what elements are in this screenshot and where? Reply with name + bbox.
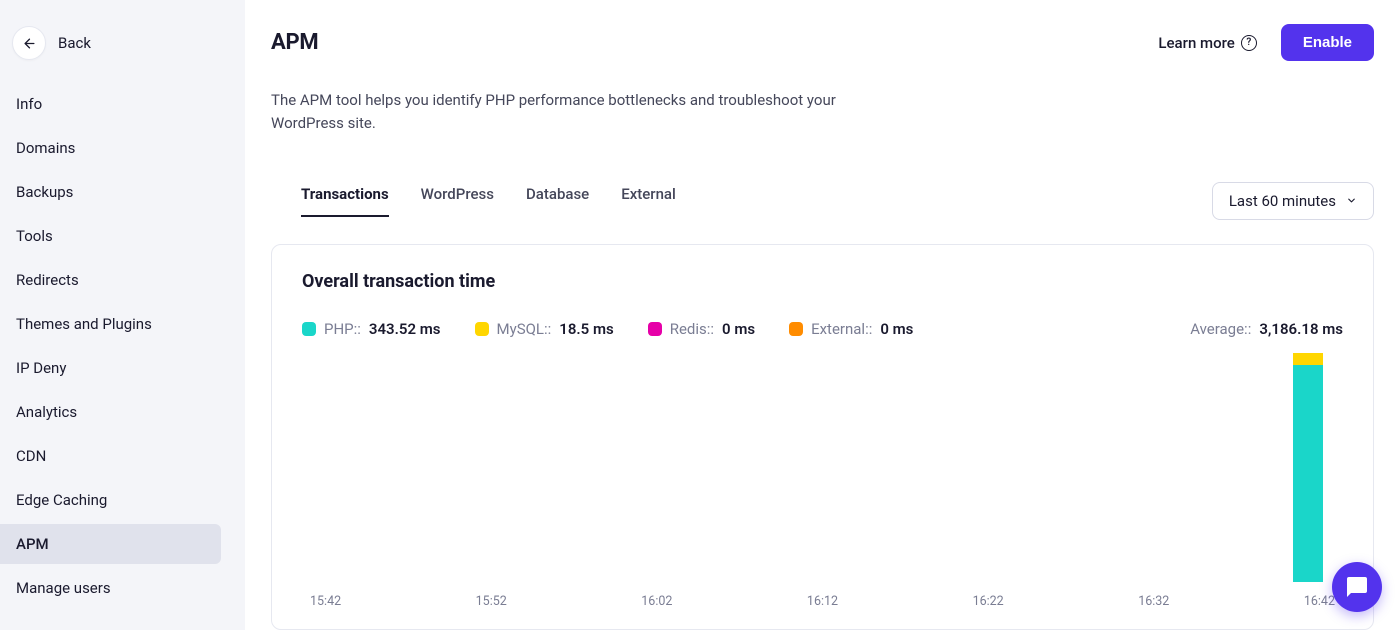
legend-item-external: External:: 0 ms	[789, 320, 913, 338]
sidebar-item-label: Tools	[16, 227, 53, 245]
back-label: Back	[58, 34, 91, 52]
sidebar-item-label: IP Deny	[16, 359, 66, 377]
legend-average: Average:: 3,186.18 ms	[1190, 320, 1343, 338]
sidebar-item-cdn[interactable]: CDN	[0, 436, 245, 476]
time-range-dropdown[interactable]: Last 60 minutes	[1212, 182, 1374, 220]
enable-button[interactable]: Enable	[1281, 24, 1374, 61]
sidebar-item-apm[interactable]: APM	[0, 524, 221, 564]
swatch-external	[789, 322, 803, 336]
back-button[interactable]	[12, 26, 46, 60]
legend-label: MySQL::	[497, 320, 552, 338]
sidebar-item-label: Themes and Plugins	[16, 315, 152, 333]
sidebar-item-analytics[interactable]: Analytics	[0, 392, 245, 432]
legend-label: Redis::	[670, 320, 714, 338]
sidebar-item-manage-users[interactable]: Manage users	[0, 568, 245, 608]
sidebar-item-label: Analytics	[16, 403, 77, 421]
legend-item-mysql: MySQL:: 18.5 ms	[475, 320, 614, 338]
swatch-php	[302, 322, 316, 336]
sidebar-item-info[interactable]: Info	[0, 84, 245, 124]
legend-item-php: PHP:: 343.52 ms	[302, 320, 441, 338]
sidebar-item-label: Info	[16, 95, 42, 113]
page-title: APM	[271, 30, 318, 55]
sidebar-item-label: Redirects	[16, 271, 79, 289]
time-range-label: Last 60 minutes	[1229, 192, 1336, 210]
x-tick: 16:32	[1138, 594, 1169, 609]
sidebar-item-domains[interactable]: Domains	[0, 128, 245, 168]
chat-launcher[interactable]	[1332, 562, 1382, 612]
tab-label: External	[621, 185, 676, 203]
legend-value: 18.5 ms	[559, 320, 613, 338]
legend-left: PHP:: 343.52 ms MySQL:: 18.5 ms Redis:: …	[302, 320, 913, 338]
sidebar-nav: Info Domains Backups Tools Redirects The…	[0, 80, 245, 612]
chart-area	[302, 352, 1343, 583]
average-label: Average::	[1190, 320, 1251, 338]
chat-icon	[1345, 575, 1369, 599]
tab-label: Database	[526, 185, 589, 203]
chart-x-axis: 15:42 15:52 16:02 16:12 16:22 16:32 16:4…	[302, 582, 1343, 609]
x-tick: 16:02	[641, 594, 672, 609]
back-row: Back	[0, 0, 245, 80]
swatch-mysql	[475, 322, 489, 336]
page-description: The APM tool helps you identify PHP perf…	[271, 89, 851, 136]
tab-wordpress[interactable]: WordPress	[421, 185, 494, 217]
legend-value: 0 ms	[722, 320, 755, 338]
x-tick: 15:52	[476, 594, 507, 609]
tab-external[interactable]: External	[621, 185, 676, 217]
swatch-redis	[648, 322, 662, 336]
transaction-time-card: Overall transaction time PHP:: 343.52 ms…	[271, 244, 1374, 630]
learn-more-label: Learn more	[1158, 34, 1234, 52]
sidebar-item-redirects[interactable]: Redirects	[0, 260, 245, 300]
main-content: APM Learn more ? Enable The APM tool hel…	[245, 0, 1400, 630]
tab-label: Transactions	[301, 185, 389, 203]
sidebar-item-label: Edge Caching	[16, 491, 107, 509]
tabs: Transactions WordPress Database External	[301, 185, 676, 217]
bar-segment-mysql	[1293, 353, 1323, 366]
question-circle-icon: ?	[1241, 35, 1257, 51]
sidebar-item-themes-plugins[interactable]: Themes and Plugins	[0, 304, 245, 344]
x-tick: 16:12	[807, 594, 838, 609]
sidebar-item-label: Backups	[16, 183, 73, 201]
sidebar-item-tools[interactable]: Tools	[0, 216, 245, 256]
legend-item-redis: Redis:: 0 ms	[648, 320, 755, 338]
legend-row: PHP:: 343.52 ms MySQL:: 18.5 ms Redis:: …	[302, 320, 1343, 338]
bar-segment-php	[1293, 365, 1323, 582]
legend-value: 343.52 ms	[369, 320, 441, 338]
x-tick: 16:22	[973, 594, 1004, 609]
header-actions: Learn more ? Enable	[1158, 24, 1374, 61]
tab-label: WordPress	[421, 185, 494, 203]
header-row: APM Learn more ? Enable	[271, 24, 1374, 61]
sidebar: Back Info Domains Backups Tools Redirect…	[0, 0, 245, 630]
legend-label: External::	[811, 320, 872, 338]
x-tick: 16:42	[1304, 594, 1335, 609]
sidebar-item-label: Manage users	[16, 579, 111, 597]
sidebar-item-label: CDN	[16, 447, 46, 465]
card-title: Overall transaction time	[302, 271, 1343, 292]
chart-bar-stack	[1293, 352, 1323, 583]
tab-transactions[interactable]: Transactions	[301, 185, 389, 217]
sidebar-item-label: Domains	[16, 139, 75, 157]
tabs-row: Transactions WordPress Database External…	[271, 182, 1374, 220]
tab-database[interactable]: Database	[526, 185, 589, 217]
average-value: 3,186.18 ms	[1259, 320, 1343, 338]
learn-more-link[interactable]: Learn more ?	[1158, 34, 1256, 52]
legend-label: PHP::	[324, 320, 361, 338]
sidebar-item-backups[interactable]: Backups	[0, 172, 245, 212]
chevron-down-icon	[1346, 195, 1357, 206]
legend-value: 0 ms	[880, 320, 913, 338]
sidebar-item-label: APM	[16, 535, 49, 553]
sidebar-item-ip-deny[interactable]: IP Deny	[0, 348, 245, 388]
sidebar-item-edge-caching[interactable]: Edge Caching	[0, 480, 245, 520]
x-tick: 15:42	[310, 594, 341, 609]
arrow-left-icon	[22, 36, 37, 51]
